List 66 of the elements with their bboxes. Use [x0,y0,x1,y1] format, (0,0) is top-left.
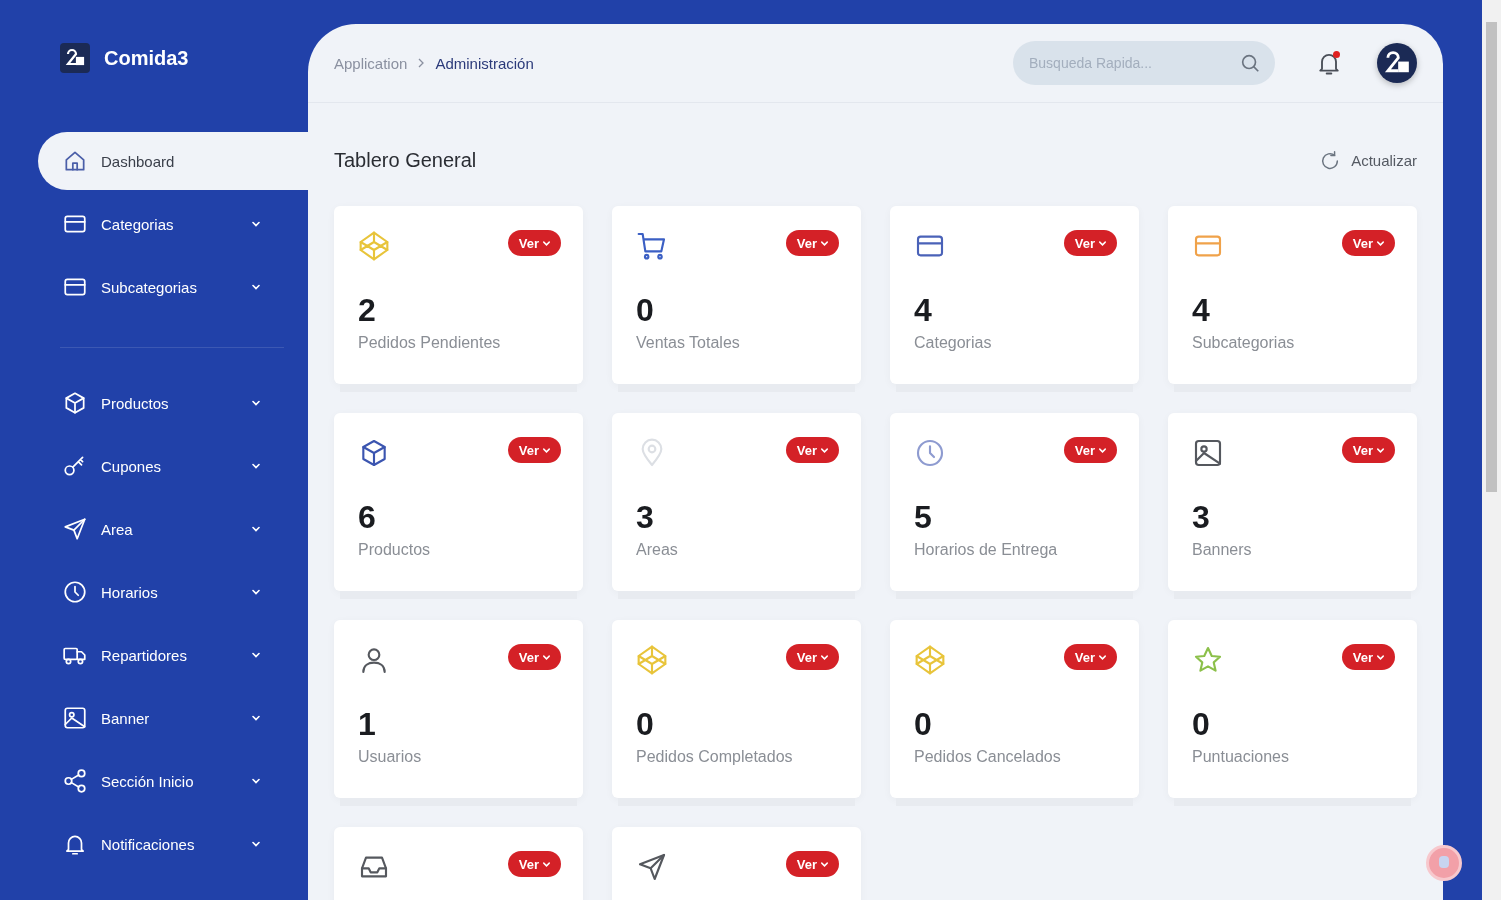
view-button[interactable]: Ver [507,851,561,877]
help-button[interactable] [1426,845,1462,881]
view-button[interactable]: Ver [785,230,839,256]
stat-label: Ventas Totales [636,334,741,352]
breadcrumb-separator-icon [417,58,426,68]
stat-label: Puntuaciones [1192,748,1290,766]
view-button[interactable]: Ver [507,644,561,670]
stat-value: 6 [358,499,377,535]
stat-value: 0 [914,706,933,742]
stat-label: Pedidos Completados [636,748,794,766]
sidebar-item[interactable]: Sección Inicio [38,752,308,810]
sidebar-item[interactable]: Dashboard [38,132,308,190]
view-button[interactable]: Ver [507,230,561,256]
stat-value: 5 [914,499,933,535]
stat-value: 0 [636,706,655,742]
page-title: Tablero General [334,149,477,172]
view-button[interactable]: Ver [507,437,561,463]
sidebar-item[interactable]: Notificaciones [38,815,308,873]
chat-bubble-icon [1437,855,1451,871]
stat-value: 3 [1192,499,1211,535]
stat-value: 0 [1192,706,1211,742]
view-button[interactable]: Ver [1063,437,1117,463]
stat-label: Categorias [914,334,993,352]
sidebar-item[interactable]: Banner [38,689,308,747]
view-button[interactable]: Ver [1341,644,1395,670]
stat-label: Usuarios [358,748,423,766]
view-button[interactable]: Ver [785,851,839,877]
stat-label: Areas [636,541,679,559]
view-button[interactable]: Ver [1063,644,1117,670]
stat-value: 4 [1192,292,1211,328]
stat-value: 3 [636,499,655,535]
share-icon [62,768,88,794]
sidebar-item[interactable]: Repartidores [38,626,308,684]
stat-label: Subcategorias [1192,334,1296,352]
stat-label: Banners [1192,541,1253,559]
stat-value: 1 [358,706,377,742]
search-icon [1239,52,1261,74]
clock-icon [62,579,88,605]
view-button[interactable]: Ver [1063,230,1117,256]
view-button[interactable]: Ver [1341,230,1395,256]
logo-icon [60,43,90,73]
stat-label: Pedidos Cancelados [914,748,1062,766]
view-button[interactable]: Ver [785,437,839,463]
stat-value: 2 [358,292,377,328]
image-icon [62,705,88,731]
sidebar-item[interactable]: Subcategorias [38,258,308,316]
view-button[interactable]: Ver [1341,437,1395,463]
sidebar-item[interactable]: Cupones [38,437,308,495]
stat-label: Horarios de Entrega [914,541,1059,559]
view-button[interactable]: Ver [785,644,839,670]
refresh-button[interactable]: Actualizar [1319,149,1417,172]
stat-value: 0 [636,292,655,328]
avatar[interactable] [1377,43,1417,83]
app-name: Comida3 [104,46,189,70]
cube-icon [62,390,88,416]
sidebar-item[interactable]: Categorias [38,195,308,253]
stat-label: Pedidos Pendientes [358,334,502,352]
breadcrumb-link[interactable]: Application [334,54,408,72]
breadcrumb-link[interactable]: Administración [435,54,534,72]
sidebar-item[interactable]: Productos [38,374,308,432]
sidebar-item[interactable]: Horarios [38,563,308,621]
paper-plane-icon [62,516,88,542]
scrollbar[interactable] [1482,0,1501,900]
sidebar-item[interactable]: Area [38,500,308,558]
stat-label: Productos [358,541,432,559]
stat-value: 4 [914,292,933,328]
